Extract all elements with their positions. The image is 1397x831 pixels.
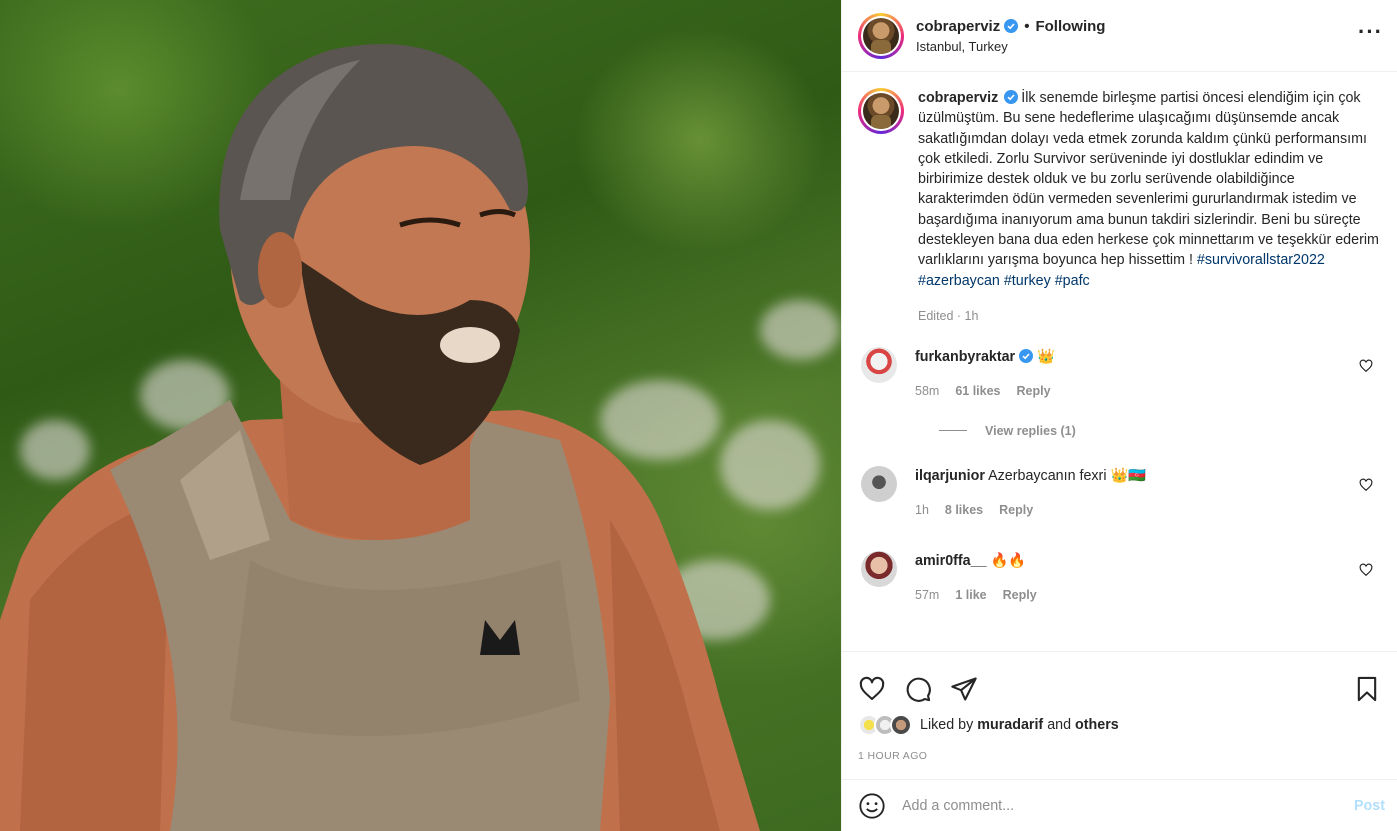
comment-likes[interactable]: 1 like xyxy=(955,588,986,602)
separator-dot: • xyxy=(1024,17,1030,35)
view-replies-button[interactable]: View replies (1) xyxy=(920,424,1381,438)
author-username[interactable]: cobraperviz xyxy=(916,18,1000,35)
commenter-avatar[interactable] xyxy=(861,465,897,502)
like-comment-heart-icon[interactable] xyxy=(1359,478,1373,492)
hashtag-link[interactable]: #turkey xyxy=(1004,273,1051,289)
hashtag-link[interactable]: #survivorallstar2022 xyxy=(1197,252,1325,268)
post-location[interactable]: Istanbul, Turkey xyxy=(916,39,1105,54)
save-bookmark-icon[interactable] xyxy=(1353,675,1381,703)
comment-time[interactable]: 58m xyxy=(915,384,939,398)
comment-text: 👑 xyxy=(1037,348,1055,365)
emoji-picker-icon[interactable] xyxy=(858,792,886,820)
comment-item: furkanbyraktar 👑 58m 61 likes Reply xyxy=(858,346,1381,398)
person-illustration xyxy=(0,44,760,831)
caption-text: İlk senemde birleşme partisi öncesi elen… xyxy=(918,90,1379,269)
reply-button[interactable]: Reply xyxy=(1017,384,1051,398)
liker-avatar xyxy=(890,714,912,736)
liked-by-user-link[interactable]: muradarif xyxy=(977,717,1043,733)
post-caption: cobraperviz İlk senemde birleşme partisi … xyxy=(858,88,1381,291)
caption-author-avatar[interactable] xyxy=(858,88,904,134)
post-header: cobraperviz • Following Istanbul, Turkey… xyxy=(842,0,1397,72)
post-time-ago[interactable]: 1 HOUR AGO xyxy=(842,750,1397,762)
liker-avatars[interactable] xyxy=(858,714,912,736)
more-options-icon[interactable]: ··· xyxy=(1358,21,1383,43)
comment-item: amir0ffa__ 🔥🔥 57m 1 like Reply xyxy=(858,550,1381,602)
comment-item: ilqarjunior Azerbaycanın fexri 👑🇦🇿 1h 8 … xyxy=(858,465,1381,517)
verified-badge-icon xyxy=(1004,90,1019,104)
comment-input[interactable] xyxy=(902,797,1355,814)
commenter-username[interactable]: ilqarjunior xyxy=(915,468,985,484)
liked-by-summary: Liked by muradarif and others xyxy=(842,714,1397,736)
post-photo[interactable] xyxy=(0,0,841,831)
verified-badge-icon xyxy=(1019,348,1034,363)
liked-by-others-link[interactable]: others xyxy=(1075,717,1119,733)
comment-text: Azerbaycanın fexri 👑🇦🇿 xyxy=(988,467,1147,484)
comment-likes[interactable]: 61 likes xyxy=(955,384,1000,398)
author-avatar-image xyxy=(863,17,899,54)
commenter-username[interactable]: amir0ffa__ xyxy=(915,553,987,569)
hashtag-link[interactable]: #azerbaycan xyxy=(918,273,1000,289)
edited-timestamp: Edited · 1h xyxy=(918,308,979,323)
comment-likes[interactable]: 8 likes xyxy=(945,503,983,517)
post-comment-button[interactable]: Post xyxy=(1354,798,1385,814)
comment-time[interactable]: 1h xyxy=(915,503,929,517)
comment-time[interactable]: 57m xyxy=(915,588,939,602)
author-avatar[interactable] xyxy=(858,12,904,59)
verified-badge-icon xyxy=(1004,19,1019,33)
reply-button[interactable]: Reply xyxy=(1003,588,1037,602)
caption-username[interactable]: cobraperviz xyxy=(918,90,998,106)
post-details-panel: cobraperviz • Following Istanbul, Turkey… xyxy=(841,0,1397,831)
commenter-avatar[interactable] xyxy=(861,346,897,383)
commenter-avatar[interactable] xyxy=(861,550,897,587)
action-icons-row xyxy=(842,652,1397,710)
like-comment-heart-icon[interactable] xyxy=(1359,359,1373,373)
comment-text: 🔥🔥 xyxy=(990,552,1027,569)
comment-bubble-icon[interactable] xyxy=(904,675,932,703)
like-comment-heart-icon[interactable] xyxy=(1359,563,1373,577)
follow-status-button[interactable]: Following xyxy=(1035,18,1105,35)
hashtag-link[interactable]: #pafc xyxy=(1055,273,1090,289)
add-comment-bar: Post xyxy=(842,779,1397,831)
divider-line xyxy=(939,430,967,432)
commenter-username[interactable]: furkanbyraktar xyxy=(915,349,1015,365)
instagram-post-view: cobraperviz • Following Istanbul, Turkey… xyxy=(0,0,1397,831)
like-heart-icon[interactable] xyxy=(858,675,886,703)
reply-button[interactable]: Reply xyxy=(999,503,1033,517)
share-send-icon[interactable] xyxy=(950,675,978,703)
